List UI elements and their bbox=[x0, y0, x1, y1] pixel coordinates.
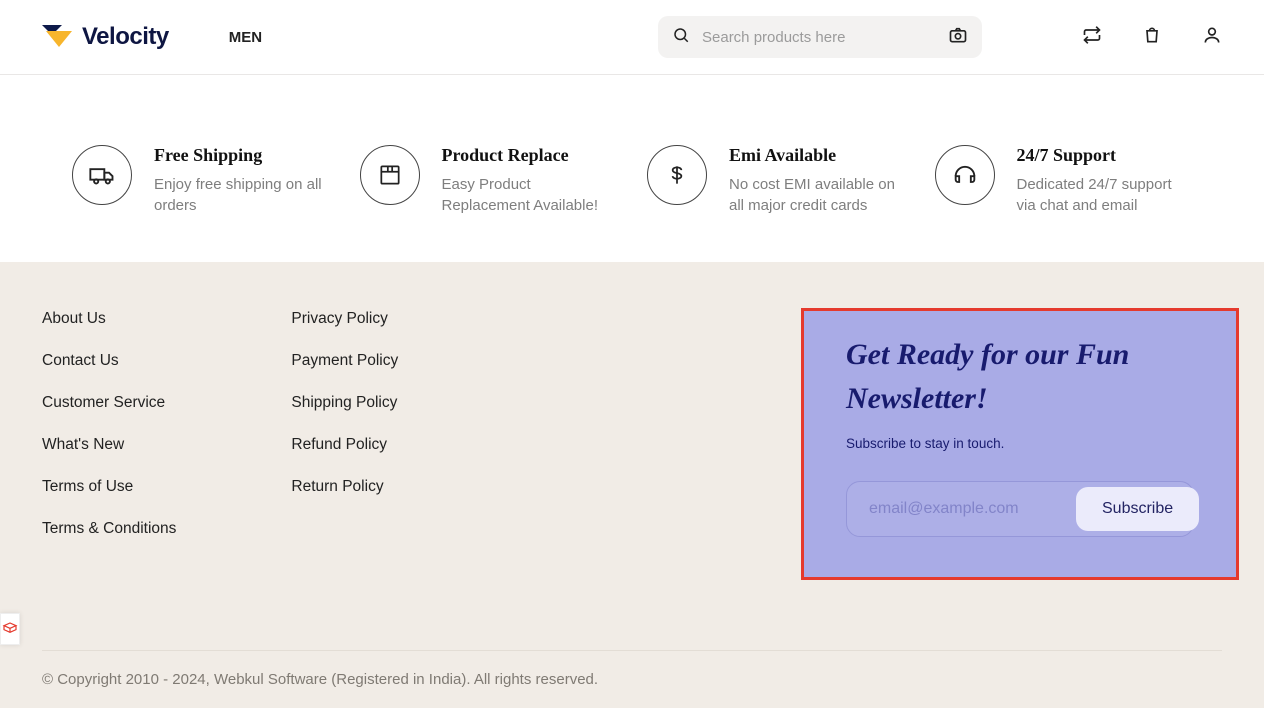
logo-mark-icon bbox=[42, 25, 74, 49]
newsletter-form: Subscribe bbox=[846, 481, 1194, 537]
dollar-icon bbox=[647, 145, 707, 205]
newsletter-panel: Get Ready for our Fun Newsletter! Subscr… bbox=[801, 308, 1239, 580]
link-shipping[interactable]: Shipping Policy bbox=[291, 394, 398, 412]
link-custservice[interactable]: Customer Service bbox=[42, 394, 176, 412]
feature-title: Free Shipping bbox=[154, 145, 330, 166]
side-badge[interactable] bbox=[0, 613, 20, 645]
link-terms[interactable]: Terms of Use bbox=[42, 478, 176, 496]
link-payment[interactable]: Payment Policy bbox=[291, 352, 398, 370]
footer-col-1: About Us Contact Us Customer Service Wha… bbox=[42, 310, 176, 562]
camera-icon[interactable] bbox=[948, 25, 968, 50]
link-refund[interactable]: Refund Policy bbox=[291, 436, 398, 454]
newsletter-sub: Subscribe to stay in touch. bbox=[846, 436, 1194, 451]
link-contact[interactable]: Contact Us bbox=[42, 352, 176, 370]
link-whatsnew[interactable]: What's New bbox=[42, 436, 176, 454]
truck-icon bbox=[72, 145, 132, 205]
footer: About Us Contact Us Customer Service Wha… bbox=[0, 262, 1264, 708]
nav-men[interactable]: MEN bbox=[229, 29, 262, 46]
bag-icon[interactable] bbox=[1142, 25, 1162, 50]
link-tandc[interactable]: Terms & Conditions bbox=[42, 520, 176, 538]
logo[interactable]: Velocity bbox=[42, 23, 169, 51]
search-icon bbox=[672, 26, 690, 49]
feature-support: 24/7 Support Dedicated 24/7 support via … bbox=[935, 145, 1193, 216]
search-bar[interactable] bbox=[658, 16, 982, 58]
newsletter-email-input[interactable] bbox=[869, 500, 1076, 518]
subscribe-button[interactable]: Subscribe bbox=[1076, 487, 1199, 531]
box-icon bbox=[360, 145, 420, 205]
features-row: Free Shipping Enjoy free shipping on all… bbox=[0, 75, 1264, 262]
feature-desc: Enjoy free shipping on all orders bbox=[154, 174, 330, 216]
feature-title: Emi Available bbox=[729, 145, 905, 166]
header-icons bbox=[1082, 25, 1222, 50]
feature-title: 24/7 Support bbox=[1017, 145, 1193, 166]
newsletter-title: Get Ready for our Fun Newsletter! bbox=[846, 333, 1194, 420]
feature-shipping: Free Shipping Enjoy free shipping on all… bbox=[72, 145, 330, 216]
feature-desc: Dedicated 24/7 support via chat and emai… bbox=[1017, 174, 1193, 216]
compare-icon[interactable] bbox=[1082, 25, 1102, 50]
header: Velocity MEN bbox=[0, 0, 1264, 75]
link-return[interactable]: Return Policy bbox=[291, 478, 398, 496]
feature-title: Product Replace bbox=[442, 145, 618, 166]
feature-desc: Easy Product Replacement Available! bbox=[442, 174, 618, 216]
footer-col-2: Privacy Policy Payment Policy Shipping P… bbox=[291, 310, 398, 562]
search-input[interactable] bbox=[702, 29, 936, 46]
copyright: © Copyright 2010 - 2024, Webkul Software… bbox=[42, 650, 1222, 708]
brand-text: Velocity bbox=[82, 23, 169, 51]
headset-icon bbox=[935, 145, 995, 205]
feature-replace: Product Replace Easy Product Replacement… bbox=[360, 145, 618, 216]
feature-desc: No cost EMI available on all major credi… bbox=[729, 174, 905, 216]
link-about[interactable]: About Us bbox=[42, 310, 176, 328]
link-privacy[interactable]: Privacy Policy bbox=[291, 310, 398, 328]
feature-emi: Emi Available No cost EMI available on a… bbox=[647, 145, 905, 216]
user-icon[interactable] bbox=[1202, 25, 1222, 50]
